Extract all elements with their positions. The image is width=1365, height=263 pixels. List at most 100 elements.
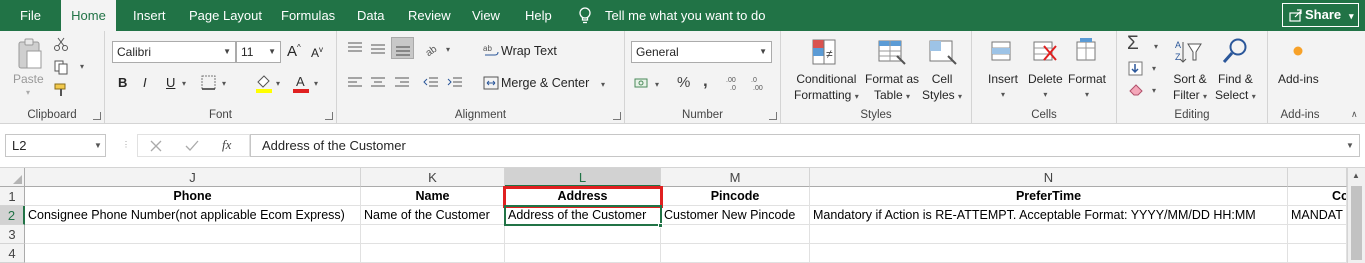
tab-home[interactable]: Home [61, 0, 116, 31]
align-center-icon[interactable] [370, 76, 386, 90]
font-name-select[interactable]: Calibri ▼ [112, 41, 236, 63]
cell-n4[interactable] [810, 244, 1288, 263]
bold-button[interactable]: B [118, 75, 127, 90]
cell-l4[interactable] [505, 244, 661, 263]
column-header-m[interactable]: M [661, 168, 810, 187]
share-dropdown-icon[interactable]: ▾ [1349, 5, 1354, 27]
cell-n2[interactable]: Mandatory if Action is RE-ATTEMPT. Accep… [810, 206, 1288, 225]
cell-k3[interactable] [361, 225, 505, 244]
increase-indent-icon[interactable] [447, 76, 463, 90]
accounting-format-icon[interactable] [634, 75, 652, 91]
merge-center-dropdown-icon[interactable]: ▾ [601, 80, 605, 89]
tab-review[interactable]: Review [408, 0, 451, 31]
cell-k2[interactable]: Name of the Customer [361, 206, 505, 225]
row-header-3[interactable]: 3 [0, 225, 25, 244]
addins-button[interactable]: Add-ins [1278, 71, 1319, 87]
tab-data[interactable]: Data [357, 0, 384, 31]
format-cells-icon[interactable] [1073, 38, 1101, 66]
find-select-icon[interactable] [1221, 37, 1249, 67]
select-all-corner[interactable] [0, 168, 25, 187]
merge-center-icon[interactable] [483, 75, 499, 91]
cell-o1[interactable]: Co [1288, 187, 1347, 206]
insert-cells-icon[interactable] [988, 38, 1016, 66]
tab-page-layout[interactable]: Page Layout [189, 0, 262, 31]
decrease-indent-icon[interactable] [423, 76, 439, 90]
increase-font-size-button[interactable]: A^ [287, 43, 301, 60]
delete-cells-icon[interactable] [1030, 38, 1058, 66]
cell-m3[interactable] [661, 225, 810, 244]
orientation-icon[interactable]: ab [423, 39, 441, 57]
row-header-4[interactable]: 4 [0, 244, 25, 263]
alignment-launcher-icon[interactable] [613, 112, 621, 120]
font-size-select[interactable]: 11 ▼ [236, 41, 281, 63]
column-header-n[interactable]: N [810, 168, 1288, 187]
cell-styles-icon[interactable] [928, 38, 958, 68]
tab-view[interactable]: View [472, 0, 500, 31]
wrap-text-button[interactable]: Wrap Text [501, 44, 557, 58]
column-header-k[interactable]: K [361, 168, 505, 187]
borders-icon[interactable] [201, 75, 217, 91]
fill-color-dropdown-icon[interactable]: ▾ [276, 79, 280, 88]
find-select-button[interactable]: Find & Select ▾ [1215, 71, 1256, 105]
cut-icon[interactable] [53, 36, 69, 52]
increase-decimal-icon[interactable]: .00.0 [726, 75, 744, 91]
tell-me-search[interactable]: Tell me what you want to do [605, 0, 765, 31]
underline-dropdown-icon[interactable]: ▾ [182, 79, 186, 88]
name-box-dropdown-icon[interactable]: ▼ [94, 135, 102, 156]
scroll-up-icon[interactable]: ▲ [1352, 171, 1360, 180]
cell-l3[interactable] [505, 225, 661, 244]
merge-center-button[interactable]: Merge & Center [501, 76, 589, 90]
wrap-text-icon[interactable]: ab [483, 43, 499, 59]
cell-j3[interactable] [25, 225, 361, 244]
top-align-icon[interactable] [347, 41, 363, 55]
font-launcher-icon[interactable] [325, 112, 333, 120]
cell-o2[interactable]: MANDAT [1288, 206, 1347, 225]
conditional-formatting-icon[interactable]: ≠ [811, 38, 839, 68]
vertical-scrollbar[interactable]: ▲ [1347, 168, 1365, 263]
font-color-dropdown-icon[interactable]: ▾ [314, 79, 318, 88]
autosum-icon[interactable]: Σ [1127, 33, 1139, 55]
cancel-icon[interactable] [150, 140, 162, 152]
cell-j4[interactable] [25, 244, 361, 263]
comma-style-button[interactable]: , [703, 71, 708, 91]
collapse-ribbon-icon[interactable]: ∧ [1351, 109, 1358, 120]
cell-k1[interactable]: Name [361, 187, 505, 206]
scrollbar-thumb[interactable] [1351, 186, 1362, 260]
fill-handle[interactable] [658, 223, 663, 228]
clear-dropdown-icon[interactable]: ▾ [1152, 86, 1156, 95]
expand-formula-bar-icon[interactable]: ▼ [1346, 135, 1354, 156]
copy-icon[interactable] [53, 59, 69, 75]
cell-o3[interactable] [1288, 225, 1347, 244]
tab-formulas[interactable]: Formulas [281, 0, 335, 31]
addins-icon[interactable] [1290, 43, 1306, 59]
borders-dropdown-icon[interactable]: ▾ [222, 79, 226, 88]
fill-dropdown-icon[interactable]: ▾ [1152, 64, 1156, 73]
row-header-1[interactable]: 1 [0, 187, 25, 206]
enter-check-icon[interactable] [185, 140, 199, 152]
tab-insert[interactable]: Insert [133, 0, 166, 31]
cell-n1[interactable]: PreferTime [810, 187, 1288, 206]
decrease-font-size-button[interactable]: Av [311, 45, 323, 60]
conditional-formatting-button[interactable]: Conditional Formatting ▾ [794, 71, 859, 105]
middle-align-icon[interactable] [370, 41, 386, 55]
delete-cells-button[interactable]: Delete ▾ [1028, 71, 1063, 103]
sort-filter-button[interactable]: Sort & Filter ▾ [1173, 71, 1207, 105]
italic-button[interactable]: I [143, 75, 147, 90]
cell-m4[interactable] [661, 244, 810, 263]
copy-dropdown-icon[interactable]: ▾ [80, 62, 84, 71]
row-header-2[interactable]: 2 [0, 206, 25, 225]
format-cells-button[interactable]: Format ▾ [1068, 71, 1106, 103]
font-color-icon[interactable]: A [292, 73, 310, 93]
format-as-table-icon[interactable] [877, 38, 907, 68]
tab-help[interactable]: Help [525, 0, 552, 31]
insert-cells-button[interactable]: Insert ▾ [988, 71, 1018, 103]
number-format-select[interactable]: General ▼ [631, 41, 772, 63]
format-as-table-button[interactable]: Format as Table ▾ [865, 71, 919, 105]
cell-j1[interactable]: Phone [25, 187, 361, 206]
cell-m2[interactable]: Customer New Pincode [661, 206, 810, 225]
sort-filter-icon[interactable]: AZ [1173, 38, 1203, 66]
fill-icon[interactable] [1128, 61, 1144, 77]
percent-style-button[interactable]: % [677, 74, 690, 91]
paste-button[interactable]: Paste [13, 71, 44, 87]
decrease-decimal-icon[interactable]: .0.00 [751, 75, 769, 91]
